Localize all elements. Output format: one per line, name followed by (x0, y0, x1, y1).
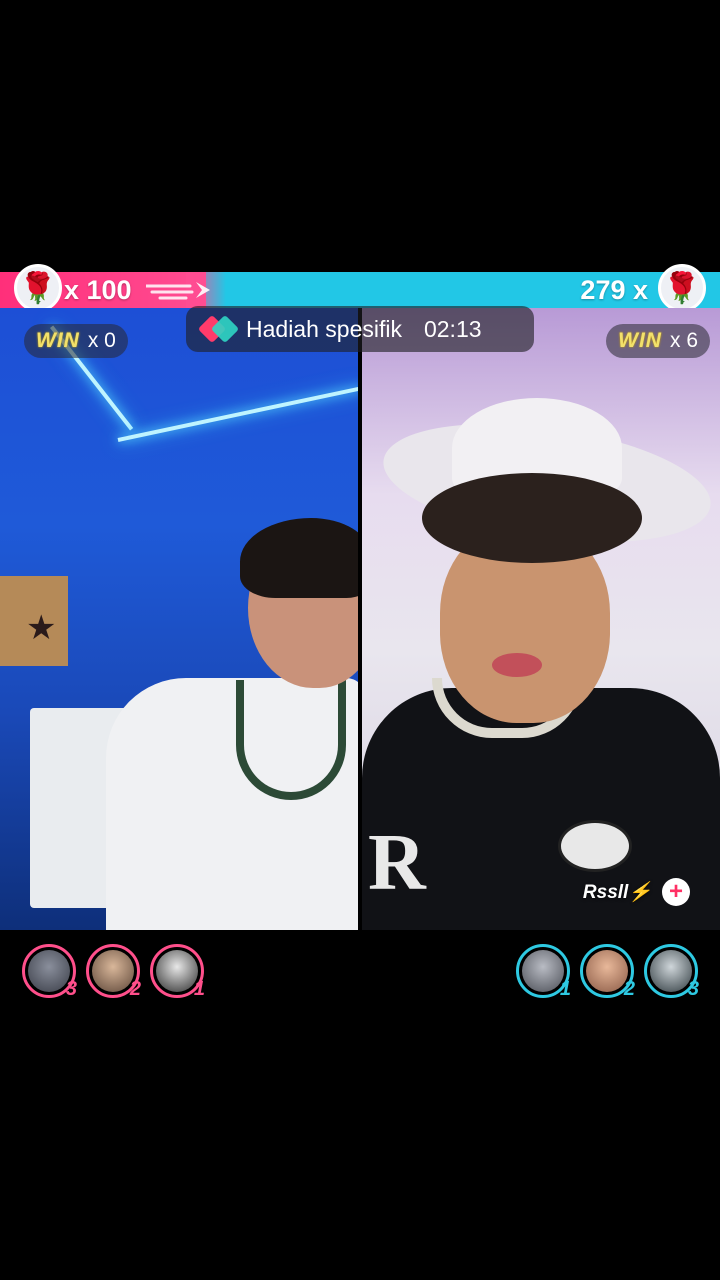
right-host-video[interactable]: R (362, 308, 720, 930)
shirt-collar (236, 680, 346, 800)
gift-timer: 02:13 (423, 315, 482, 342)
win-label: WIN (36, 329, 80, 352)
host-hair (240, 518, 358, 598)
gifter-avatar[interactable]: 3 (644, 944, 699, 1000)
host-name[interactable]: Rssll⚡ (583, 880, 652, 904)
battle-score-bar: 🌹 x 100 279 x 🌹 (0, 264, 720, 312)
gifter-rank: 2 (129, 978, 141, 1000)
gift-banner-text: Hadiah spesifik (246, 315, 402, 342)
right-win-badge: WIN x 6 (606, 324, 710, 358)
host-hair (422, 473, 642, 563)
gifter-avatar[interactable]: 2 (580, 944, 635, 1000)
left-host-video[interactable]: ★ (0, 308, 358, 930)
streak-icon (146, 282, 210, 300)
opponent-host-tag[interactable]: Rssll⚡ + (583, 878, 690, 906)
gifter-avatar[interactable]: 1 (516, 944, 571, 1000)
right-win-count: x 6 (669, 329, 698, 352)
gift-diamond-icon (197, 314, 240, 344)
right-top-gifters: 1 2 3 (516, 944, 699, 1000)
rose-icon: 🌹 (658, 264, 706, 312)
left-win-badge: WIN x 0 (24, 324, 128, 358)
shirt-print: R (368, 819, 426, 907)
gifter-rank: 1 (559, 978, 571, 1000)
left-win-count: x 0 (87, 329, 116, 352)
plus-icon[interactable]: + (662, 878, 690, 906)
left-score: x 100 (64, 275, 132, 305)
gifter-rank: 1 (193, 978, 205, 1000)
star-icon: ★ (26, 609, 57, 647)
neon-light (117, 386, 358, 442)
gifter-avatar[interactable]: 3 (22, 944, 77, 1000)
gifter-avatar[interactable]: 2 (86, 944, 141, 1000)
gifter-rank: 3 (687, 978, 699, 1000)
win-label: WIN (618, 329, 662, 352)
rose-icon: 🌹 (14, 264, 62, 312)
specific-gift-banner[interactable]: Hadiah spesifik 02:13 (186, 306, 534, 352)
left-top-gifters: 3 2 1 (22, 944, 205, 1000)
gifter-rank: 3 (65, 978, 77, 1000)
host-mouth (492, 653, 542, 677)
right-score: 279 x (580, 275, 648, 305)
gifter-rank: 2 (623, 978, 635, 1000)
shirt-patch (558, 820, 632, 872)
gifter-avatar[interactable]: 1 (150, 944, 205, 1000)
